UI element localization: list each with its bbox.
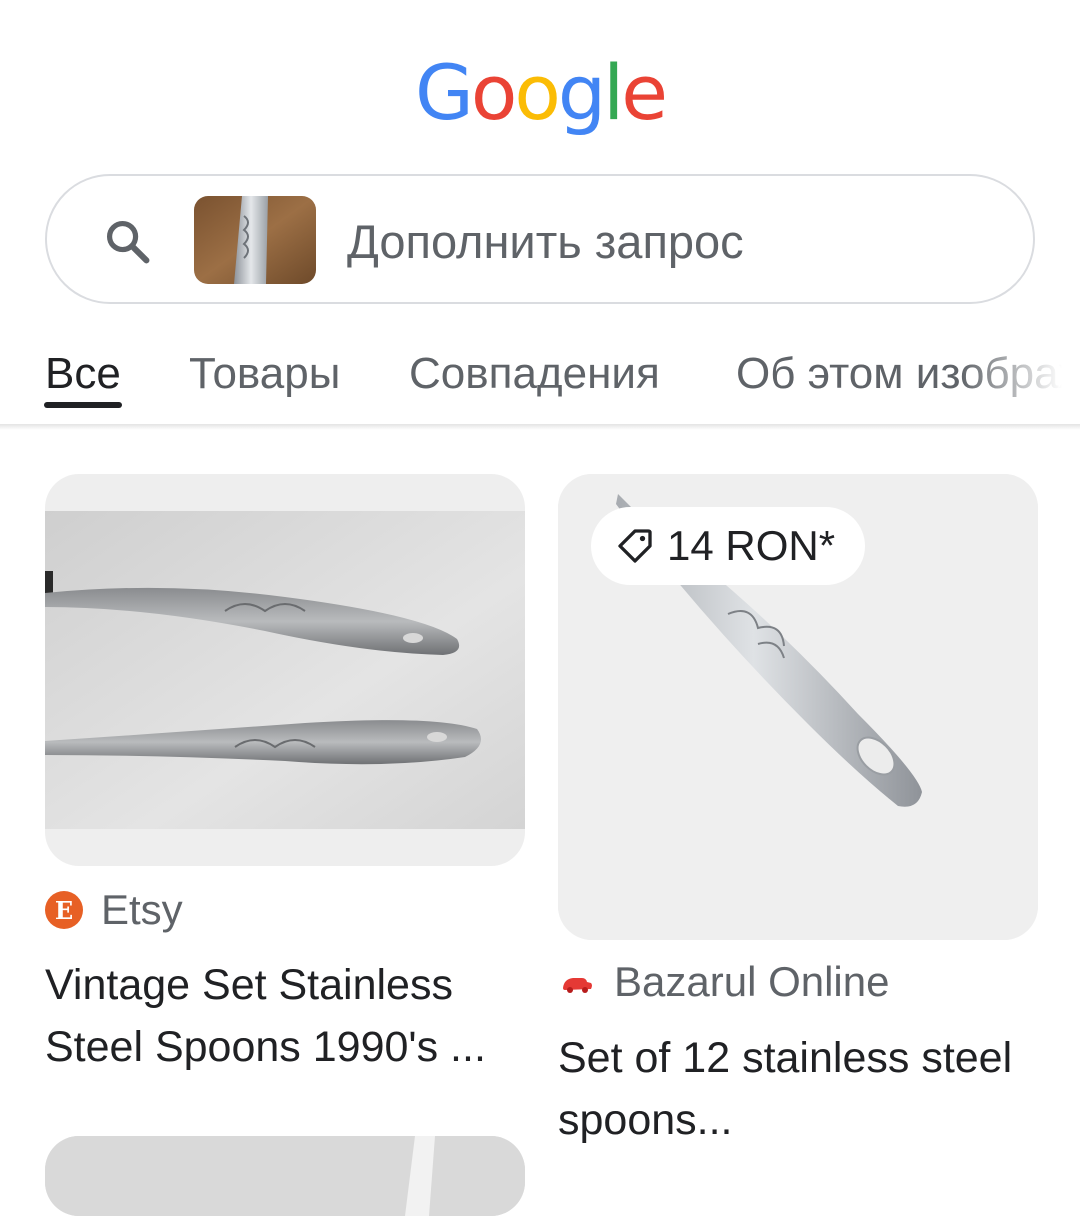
price-badge: 14 RON*: [591, 507, 866, 585]
result-title[interactable]: Vintage Set Stainless Steel Spoons 1990'…: [45, 954, 515, 1078]
search-box[interactable]: [45, 174, 1035, 304]
result-source[interactable]: E Etsy: [45, 886, 183, 934]
logo-letter: g: [557, 48, 606, 137]
result-source[interactable]: Bazarul Online: [558, 958, 889, 1006]
search-icon[interactable]: [102, 216, 154, 268]
etsy-icon: E: [45, 891, 83, 929]
price-tag-icon: [618, 529, 652, 563]
source-name: Bazarul Online: [614, 958, 890, 1005]
tabs-divider: [0, 424, 1080, 430]
tab-matches[interactable]: Совпадения: [409, 348, 660, 400]
tabs-fade-overlay: [960, 330, 1080, 420]
price-label: 14 RON*: [667, 522, 836, 569]
query-image-thumbnail[interactable]: [194, 196, 316, 284]
tab-all[interactable]: Все: [45, 348, 121, 400]
result-image[interactable]: [45, 474, 525, 866]
logo-letter: l: [603, 48, 624, 137]
logo-letter: o: [514, 48, 560, 137]
search-input[interactable]: [347, 212, 987, 270]
source-name: Etsy: [101, 886, 183, 933]
google-logo: Google: [0, 48, 1080, 138]
tab-products[interactable]: Товары: [189, 348, 340, 400]
active-tab-indicator: [44, 402, 122, 408]
result-image[interactable]: [45, 1136, 525, 1216]
logo-letter: e: [621, 48, 668, 137]
result-title[interactable]: Set of 12 stainless steel spoons...: [558, 1027, 1028, 1151]
spoons-photo: [45, 511, 525, 829]
logo-letter: o: [470, 48, 517, 137]
logo-letter: G: [414, 48, 474, 137]
result-image[interactable]: 14 RON*: [558, 474, 1038, 940]
bazarul-online-icon: [563, 978, 592, 993]
filter-tabs: Все Товары Совпадения Об этом изображени…: [0, 330, 1080, 426]
